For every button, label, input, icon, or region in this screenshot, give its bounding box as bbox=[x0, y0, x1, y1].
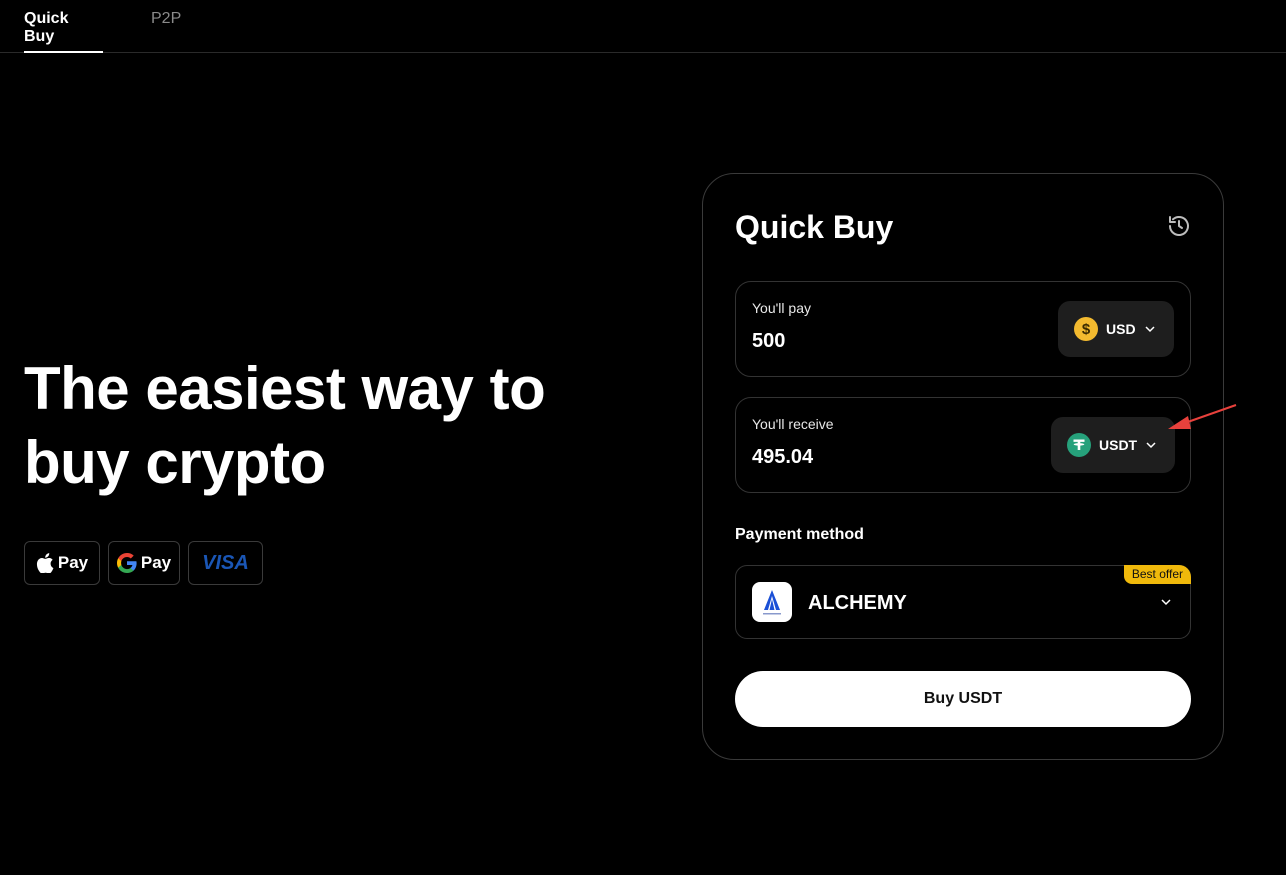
receive-label: You'll receive bbox=[752, 416, 834, 432]
top-nav: Quick Buy P2P bbox=[0, 0, 1286, 53]
pay-label: You'll pay bbox=[752, 300, 811, 316]
alchemy-pay-logo bbox=[752, 582, 792, 622]
pay-field[interactable]: You'll pay 500 $ USD bbox=[735, 281, 1191, 377]
history-icon[interactable] bbox=[1167, 214, 1191, 238]
visa-logo: VISA bbox=[202, 551, 249, 574]
receive-amount[interactable]: 495.04 bbox=[752, 446, 813, 469]
buy-usdt-button[interactable]: Buy USDT bbox=[735, 671, 1191, 727]
receive-currency-select[interactable]: USDT bbox=[1051, 417, 1175, 473]
hero-line-1: The easiest way to bbox=[24, 355, 546, 422]
receive-currency-code: USDT bbox=[1099, 437, 1138, 453]
tab-p2p[interactable]: P2P bbox=[151, 10, 181, 53]
receive-field[interactable]: You'll receive 495.04 USDT bbox=[735, 397, 1191, 493]
payment-method-select[interactable]: ALCHEMY Best offer bbox=[735, 565, 1191, 639]
pay-currency-code: USD bbox=[1106, 321, 1136, 337]
visa-badge: VISA bbox=[188, 541, 263, 585]
apple-icon bbox=[36, 553, 54, 573]
google-pay-badge: Pay bbox=[108, 541, 180, 585]
chevron-down-icon bbox=[1161, 599, 1171, 606]
chevron-down-icon bbox=[1145, 326, 1155, 333]
pay-currency-select[interactable]: $ USD bbox=[1058, 301, 1174, 357]
hero-heading: The easiest way to buy crypto bbox=[24, 352, 584, 500]
provider-name: ALCHEMY bbox=[808, 592, 907, 614]
google-g-icon bbox=[116, 553, 137, 573]
apple-pay-badge: Pay bbox=[24, 541, 100, 585]
pay-amount-input[interactable]: 500 bbox=[752, 330, 785, 353]
card-title: Quick Buy bbox=[735, 209, 894, 245]
best-offer-badge: Best offer bbox=[1123, 565, 1191, 584]
hero-line-2: buy crypto bbox=[24, 429, 326, 496]
chevron-down-icon bbox=[1146, 442, 1156, 449]
apple-pay-label: Pay bbox=[57, 553, 89, 572]
dollar-coin-icon: $ bbox=[1074, 317, 1098, 341]
tether-icon bbox=[1067, 433, 1091, 457]
payment-method-label: Payment method bbox=[735, 526, 864, 543]
tab-quick-buy[interactable]: Quick Buy bbox=[24, 10, 103, 53]
annotation-arrow-icon bbox=[1168, 404, 1237, 429]
google-pay-label: Pay bbox=[140, 553, 172, 572]
quick-buy-card: Quick Buy You'll pay 500 $ USD You'll re… bbox=[702, 173, 1224, 760]
